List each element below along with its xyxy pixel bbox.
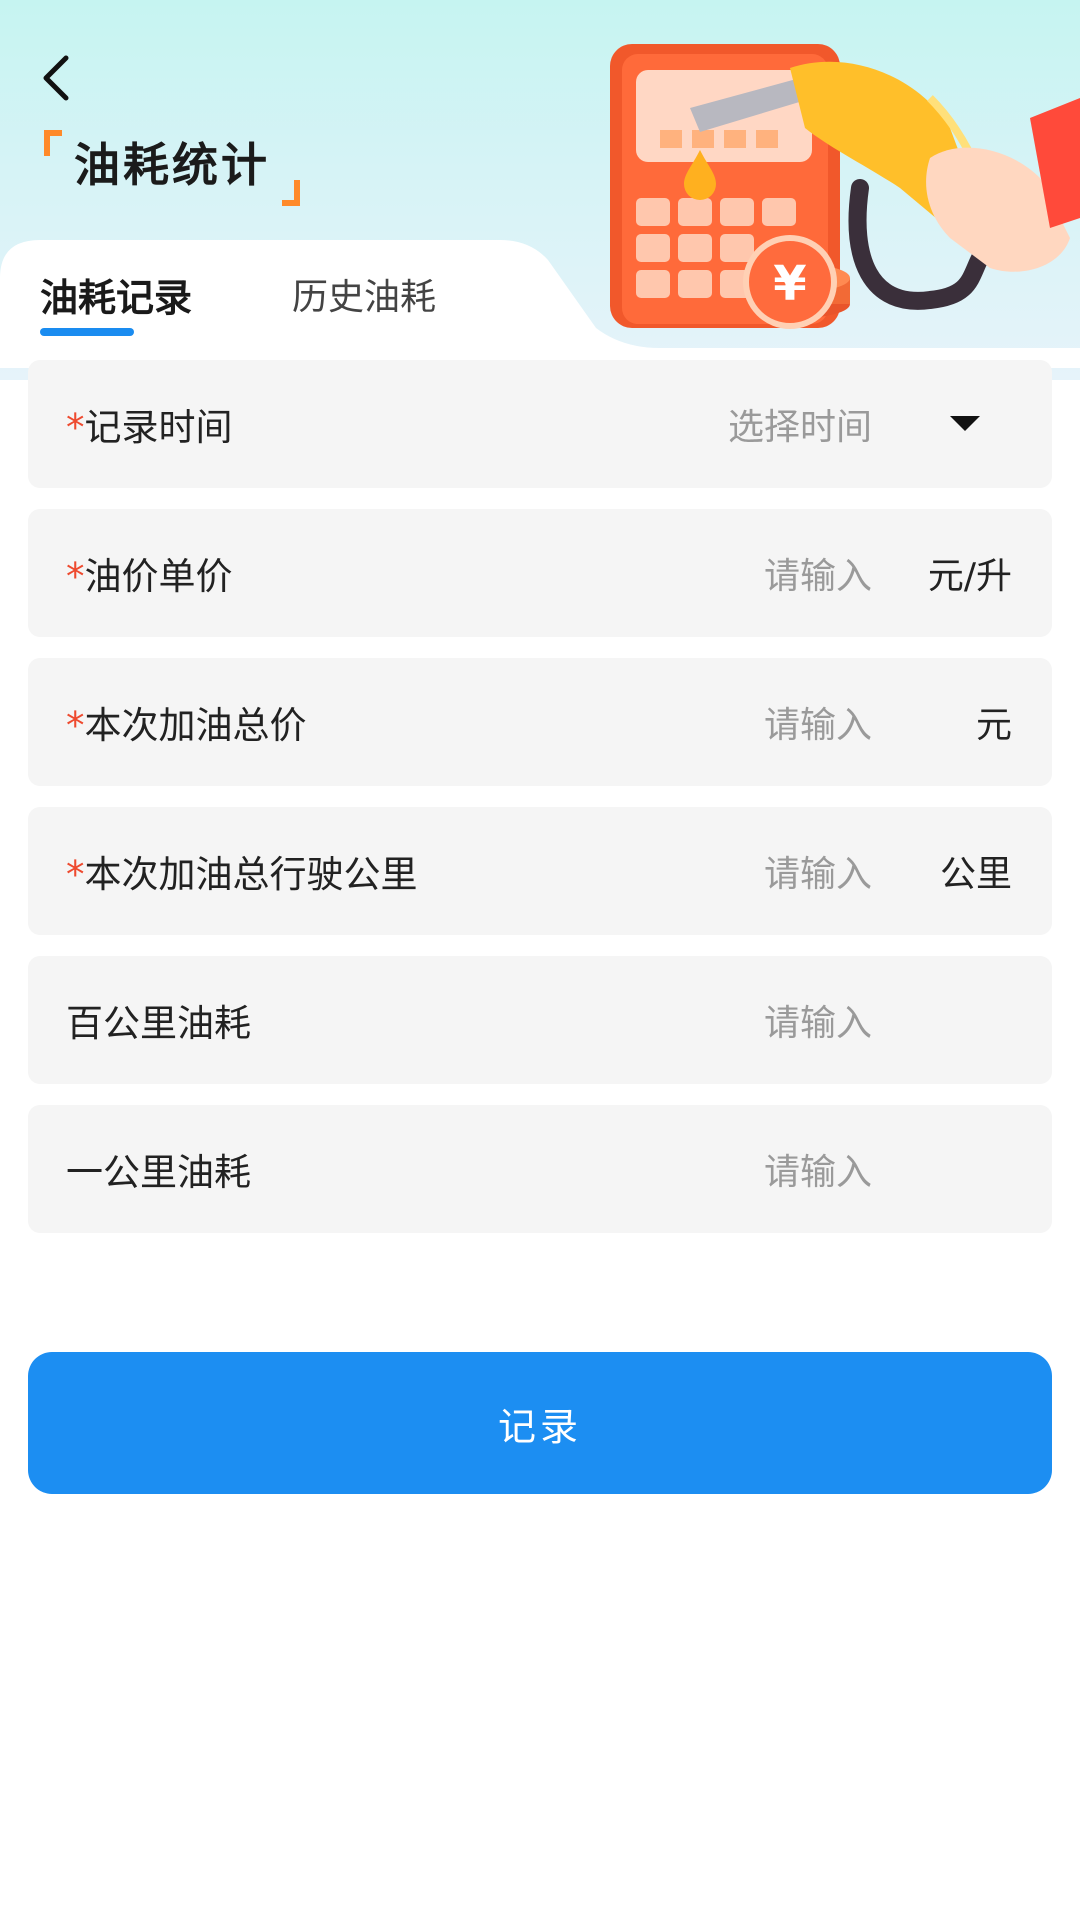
total-fuel-cost-row: *本次加油总价 请输入 元 (28, 658, 1052, 786)
consumption-per-km-row: 一公里油耗 请输入 (28, 1105, 1052, 1233)
consumption-per-km-input[interactable]: 请输入 (612, 1143, 872, 1195)
tab-fuel-history-label: 历史油耗 (292, 277, 437, 318)
total-distance-label-text: 本次加油总行驶公里 (84, 853, 418, 896)
total-distance-label: *本次加油总行驶公里 (66, 844, 418, 898)
consumption-per-100km-input[interactable]: 请输入 (612, 994, 872, 1046)
fuel-record-form: *记录时间 选择时间 *油价单价 请输入 元/升 *本次加油总价 请输入 元 *… (28, 360, 1052, 1254)
record-submit-button[interactable]: 记录 (28, 1352, 1052, 1494)
fuel-unit-price-label-text: 油价单价 (84, 555, 233, 598)
required-mark: * (66, 853, 85, 896)
record-time-row[interactable]: *记录时间 选择时间 (28, 360, 1052, 488)
record-time-label: *记录时间 (66, 397, 233, 451)
chevron-left-icon (43, 55, 69, 101)
caret-down-icon[interactable] (950, 416, 980, 431)
fuel-nozzle-calculator-illustration: ¥ (610, 44, 1080, 329)
required-mark: * (66, 406, 85, 449)
total-distance-unit: 公里 (939, 854, 1012, 895)
total-fuel-cost-label-text: 本次加油总价 (84, 704, 307, 747)
fuel-unit-price-label: *油价单价 (66, 546, 233, 600)
fuel-unit-price-unit: 元/升 (927, 556, 1012, 597)
required-mark: * (66, 704, 85, 747)
total-distance-input[interactable]: 请输入 (612, 845, 872, 897)
record-time-label-text: 记录时间 (84, 406, 233, 449)
consumption-per-100km-label: 百公里油耗 (66, 1002, 251, 1045)
page-title: 油耗统计 (44, 130, 300, 206)
page-title-text: 油耗统计 (74, 138, 270, 192)
fuel-unit-price-row: *油价单价 请输入 元/升 (28, 509, 1052, 637)
title-bracket-left (44, 130, 62, 156)
tab-bar: 油耗记录 历史油耗 (0, 270, 436, 350)
total-fuel-cost-unit: 元 (975, 705, 1012, 746)
fuel-unit-price-input[interactable]: 请输入 (612, 547, 872, 599)
required-mark: * (66, 555, 85, 598)
svg-text:¥: ¥ (773, 256, 806, 312)
record-time-select[interactable]: 选择时间 (612, 398, 872, 450)
title-bracket-right (282, 180, 300, 206)
total-fuel-cost-input[interactable]: 请输入 (612, 696, 872, 748)
consumption-per-km-label: 一公里油耗 (66, 1151, 251, 1194)
consumption-per-100km-row: 百公里油耗 请输入 (28, 956, 1052, 1084)
total-distance-row: *本次加油总行驶公里 请输入 公里 (28, 807, 1052, 935)
tab-fuel-record-label: 油耗记录 (40, 276, 193, 320)
back-button[interactable] (28, 48, 84, 108)
tab-fuel-history[interactable]: 历史油耗 (292, 270, 436, 350)
active-tab-indicator (40, 328, 134, 336)
tab-fuel-record[interactable]: 油耗记录 (40, 270, 192, 350)
total-fuel-cost-label: *本次加油总价 (66, 695, 307, 749)
